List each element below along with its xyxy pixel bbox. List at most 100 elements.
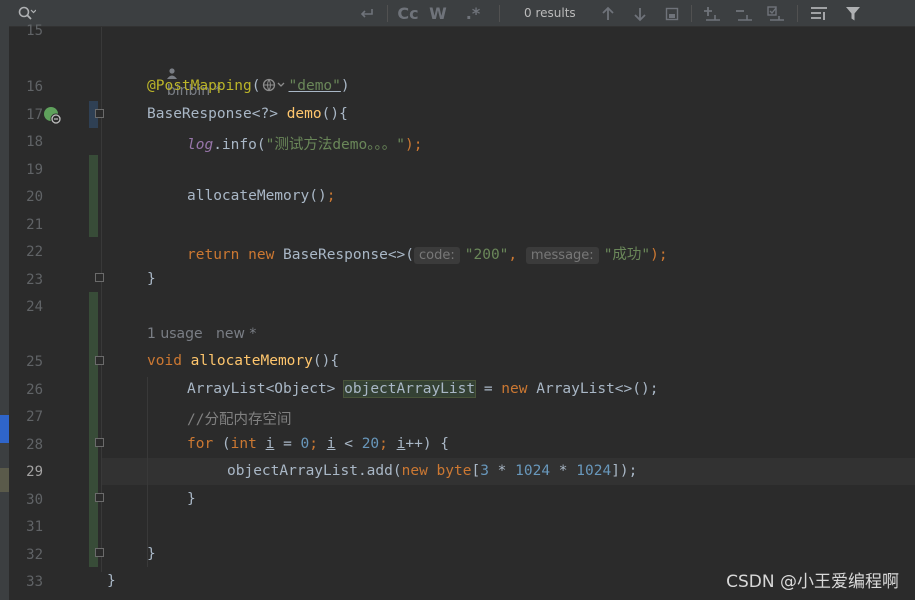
code-line-28: for (int i = 0; i < 20; i++) { [187,436,449,452]
code-line-33: } [107,573,116,589]
parameter-hint: code: [414,247,460,264]
indent-guide [147,377,148,567]
endpoint-string[interactable]: "demo" [289,78,341,94]
string: "200" [464,247,509,263]
punctuation: ( [213,436,231,452]
punctuation: ; [379,436,397,452]
call: objectArrayList.add( [227,463,402,479]
fold-icon[interactable] [95,273,104,282]
line-number: 15 [26,23,43,39]
line-number: 18 [26,134,43,150]
code-line-30: } [187,491,196,507]
spring-endpoint-icon[interactable] [43,106,63,126]
match-case-toggle[interactable]: Cc [395,0,421,27]
next-occurrence-icon[interactable] [629,0,651,27]
code-line-18: log.info("测试方法demo。。。"); [187,133,422,154]
code-line-32: } [147,546,156,562]
line-number: 26 [26,382,43,398]
punctuation: ]); [611,463,638,479]
strip-marker-blue [0,415,9,443]
results-count: 0 results [524,6,576,20]
toolbar-separator [797,5,798,22]
filter-search-results-icon[interactable] [661,0,683,27]
punctuation: ); [404,137,423,153]
number: 1024 [576,463,612,479]
code-line-25: void allocateMemory(){ [147,353,339,369]
line-number: 17 [26,107,43,123]
punctuation: ; [309,436,327,452]
line-number: 25 [26,354,43,370]
line-number: 31 [26,519,43,535]
left-tool-strip [0,0,9,600]
line-number: 30 [26,492,43,508]
code-line-23: } [147,271,156,287]
number: 1024 [515,463,551,479]
remove-occurrence-icon[interactable] [733,0,757,27]
keyword: byte [436,463,472,479]
parameter-hint: message: [525,247,599,264]
code-line-22: return new BaseResponse<>(code: "200", me… [187,243,668,264]
line-number-current: 29 [26,464,43,480]
fold-icon[interactable] [95,438,104,447]
paren: ( [251,78,261,94]
line-number: 21 [26,217,43,233]
field: log [187,137,214,153]
punctuation: , [508,247,526,263]
code-editor[interactable]: 15 16 17 18 19 20 21 22 23 24 25 26 27 2… [9,23,915,600]
line-number: 19 [26,162,43,178]
keyword: for [187,436,214,452]
keyword: return [187,247,240,263]
code-line-17: BaseResponse<?> demo(){ [147,106,348,122]
punctuation: ); [650,247,668,263]
string: "成功" [603,247,651,263]
operator: * [550,463,577,479]
line-number: 27 [26,409,43,425]
fold-icon[interactable] [95,109,104,118]
operator: = [274,436,301,452]
line-number: 32 [26,547,43,563]
fold-icon[interactable] [95,548,104,557]
new-line-icon[interactable] [355,0,379,27]
words-toggle[interactable]: W [427,0,449,27]
change-marker [89,292,98,567]
code-vision-usages[interactable]: 1 usage new * [147,326,256,342]
method-name[interactable]: allocateMemory [191,353,313,369]
watermark: CSDN @小王爱编程啊 [726,572,899,592]
highlighted-variable[interactable]: objectArrayList [343,380,477,398]
keyword: new [248,247,275,263]
line-number: 23 [26,272,43,288]
number: 20 [361,436,380,452]
toolbar-separator [499,5,500,22]
globe-icon[interactable] [262,78,288,96]
strip-marker-olive [0,468,9,492]
operator: = [475,381,502,397]
keyword: new [401,463,428,479]
operator: < [335,436,362,452]
previous-occurrence-icon[interactable] [597,0,619,27]
call: .info( [213,137,266,153]
line-number: 16 [26,79,43,95]
keyword: new [501,381,528,397]
number: 0 [300,436,310,452]
number: 3 [480,463,489,479]
fold-icon[interactable] [95,493,104,502]
toolbar-separator [387,5,388,22]
line-number: 24 [26,299,43,315]
method-name[interactable]: demo [287,106,322,122]
type: ArrayList<>(); [527,381,659,397]
find-toolbar: Cc W .* 0 results [9,0,915,27]
change-marker [89,155,98,237]
fold-icon[interactable] [95,356,104,365]
code-line-27-comment: //分配内存空间 [187,412,292,428]
add-occurrence-icon[interactable] [701,0,725,27]
string: "测试方法demo。。。" [265,137,405,153]
search-in-selection-icon[interactable] [807,0,831,27]
select-all-occurrences-icon[interactable] [765,0,789,27]
toolbar-separator [691,5,692,22]
regex-toggle[interactable]: .* [461,0,485,27]
line-number: 20 [26,189,43,205]
filter-icon[interactable] [841,0,865,27]
keyword: int [230,436,257,452]
punctuation: (){ [321,106,348,122]
type: ArrayList<Object> [187,381,345,397]
